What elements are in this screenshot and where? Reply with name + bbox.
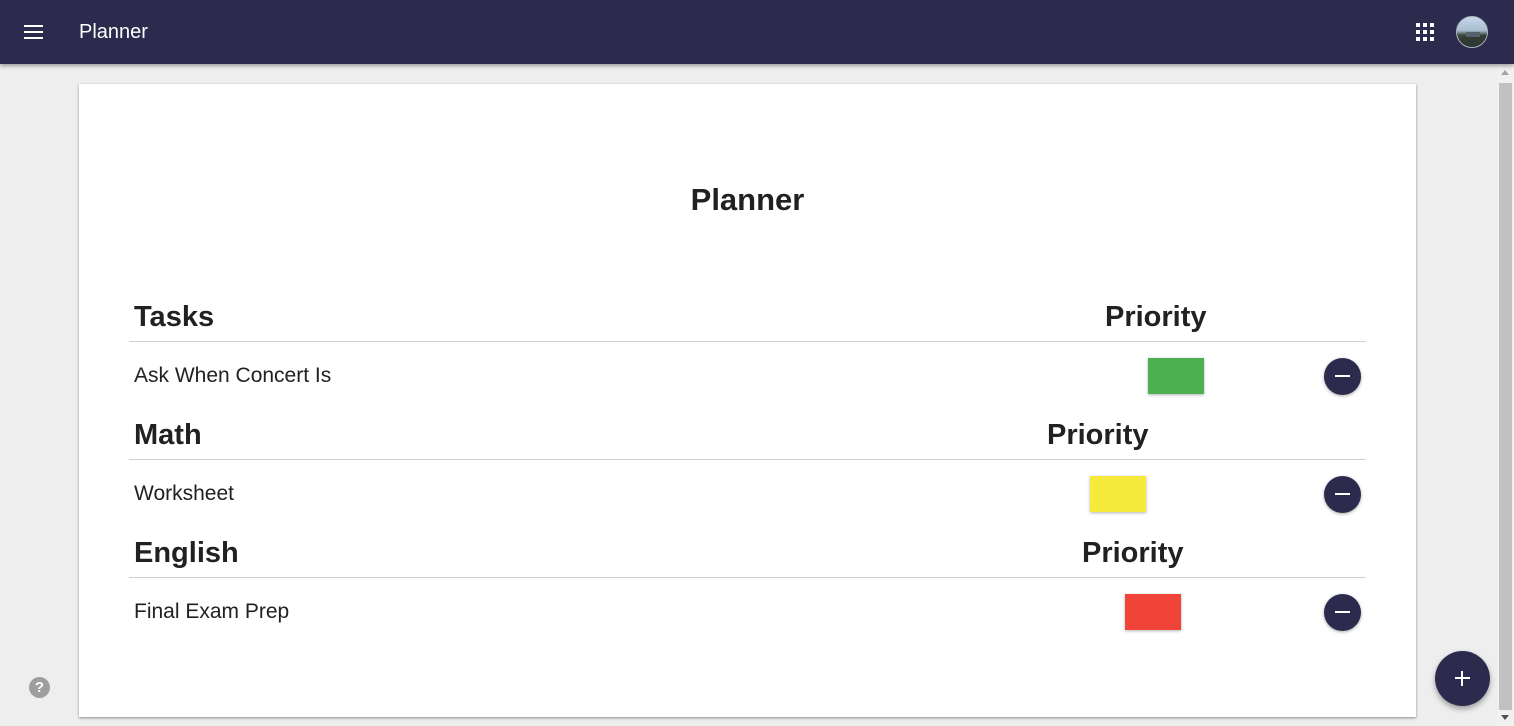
app-title: Planner xyxy=(79,21,148,43)
section-header-tasks: Tasks Priority xyxy=(129,300,1366,342)
vertical-scrollbar[interactable] xyxy=(1497,64,1514,726)
section-header-english: English Priority xyxy=(129,536,1366,578)
task-text: Final Exam Prep xyxy=(134,600,290,623)
scroll-up-arrow-icon[interactable] xyxy=(1501,70,1509,75)
menu-icon[interactable] xyxy=(22,22,46,42)
priority-column-label: Priority xyxy=(1105,301,1207,333)
remove-task-button[interactable] xyxy=(1324,358,1361,395)
priority-swatch[interactable] xyxy=(1148,358,1204,394)
section-header-math: Math Priority xyxy=(129,418,1366,460)
section-title: Tasks xyxy=(134,301,215,333)
priority-column-label: Priority xyxy=(1047,419,1149,451)
help-icon[interactable]: ? xyxy=(29,677,50,698)
task-row: Ask When Concert Is xyxy=(129,344,1366,402)
remove-task-button[interactable] xyxy=(1324,476,1361,513)
task-row: Worksheet xyxy=(129,462,1366,520)
section-title: Math xyxy=(134,419,202,451)
priority-swatch[interactable] xyxy=(1125,594,1181,630)
page-title: Planner xyxy=(690,182,805,217)
planner-card: Planner Tasks Priority Ask When Concert … xyxy=(79,84,1416,717)
app-bar: Planner xyxy=(0,0,1514,64)
add-task-fab[interactable] xyxy=(1435,651,1490,706)
apps-grid-icon[interactable] xyxy=(1416,23,1434,41)
task-row: Final Exam Prep xyxy=(129,580,1366,638)
priority-column-label: Priority xyxy=(1082,537,1184,569)
task-text: Ask When Concert Is xyxy=(134,364,332,387)
avatar[interactable] xyxy=(1456,16,1488,48)
scroll-down-arrow-icon[interactable] xyxy=(1501,715,1509,720)
remove-task-button[interactable] xyxy=(1324,594,1361,631)
section-title: English xyxy=(134,537,239,569)
priority-swatch[interactable] xyxy=(1090,476,1146,512)
scrollbar-thumb[interactable] xyxy=(1499,83,1512,710)
task-text: Worksheet xyxy=(134,482,234,505)
